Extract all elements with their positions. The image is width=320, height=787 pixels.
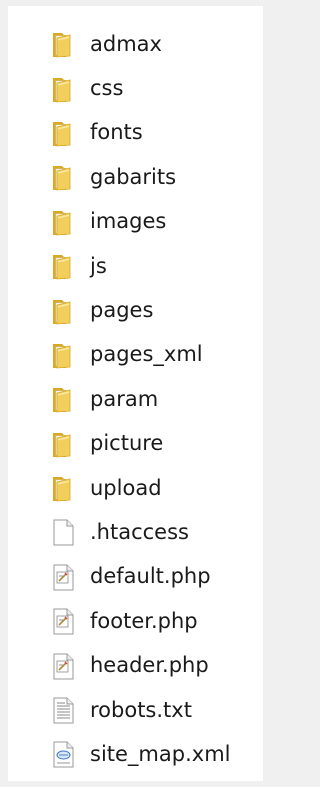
item-label: admax xyxy=(90,31,162,56)
file-list: admax css fonts gabarits images js pages xyxy=(48,22,230,777)
item-label: css xyxy=(90,76,124,101)
folder-icon xyxy=(48,207,78,237)
list-item[interactable]: .htaccess xyxy=(48,510,230,554)
list-item[interactable]: images xyxy=(48,200,230,244)
item-label: param xyxy=(90,386,159,411)
list-item[interactable]: pages_xml xyxy=(48,333,230,377)
list-item[interactable]: default.php xyxy=(48,555,230,599)
list-item[interactable]: js xyxy=(48,244,230,288)
item-label: default.php xyxy=(90,564,211,589)
list-item[interactable]: pages xyxy=(48,288,230,332)
folder-icon xyxy=(48,162,78,192)
folder-icon xyxy=(48,429,78,459)
list-item[interactable]: site_map.xml xyxy=(48,732,230,776)
list-item[interactable]: css xyxy=(48,66,230,110)
list-item[interactable]: robots.txt xyxy=(48,688,230,732)
text-file-icon xyxy=(48,695,78,725)
list-item[interactable]: param xyxy=(48,377,230,421)
php-file-icon xyxy=(48,606,78,636)
file-list-pane: admax css fonts gabarits images js pages xyxy=(8,6,263,781)
item-label: robots.txt xyxy=(90,697,192,722)
item-label: images xyxy=(90,209,167,234)
folder-icon xyxy=(48,74,78,104)
folder-icon xyxy=(48,251,78,281)
item-label: pages xyxy=(90,298,154,323)
list-item[interactable]: gabarits xyxy=(48,155,230,199)
item-label: site_map.xml xyxy=(90,741,231,766)
item-label: fonts xyxy=(90,120,143,145)
item-label: picture xyxy=(90,431,164,456)
item-label: .htaccess xyxy=(90,519,189,544)
list-item[interactable]: upload xyxy=(48,466,230,510)
list-item[interactable]: footer.php xyxy=(48,599,230,643)
folder-icon xyxy=(48,29,78,59)
folder-icon xyxy=(48,118,78,148)
list-item[interactable]: admax xyxy=(48,22,230,66)
item-label: footer.php xyxy=(90,608,198,633)
php-file-icon xyxy=(48,562,78,592)
item-label: pages_xml xyxy=(90,342,203,367)
blank-file-icon xyxy=(48,517,78,547)
folder-icon xyxy=(48,296,78,326)
item-label: header.php xyxy=(90,653,209,678)
folder-icon xyxy=(48,384,78,414)
item-label: js xyxy=(90,253,107,278)
item-label: gabarits xyxy=(90,164,177,189)
item-label: upload xyxy=(90,475,162,500)
list-item[interactable]: header.php xyxy=(48,643,230,687)
xml-file-icon xyxy=(48,739,78,769)
list-item[interactable]: picture xyxy=(48,422,230,466)
folder-icon xyxy=(48,473,78,503)
list-item[interactable]: fonts xyxy=(48,111,230,155)
php-file-icon xyxy=(48,651,78,681)
folder-icon xyxy=(48,340,78,370)
